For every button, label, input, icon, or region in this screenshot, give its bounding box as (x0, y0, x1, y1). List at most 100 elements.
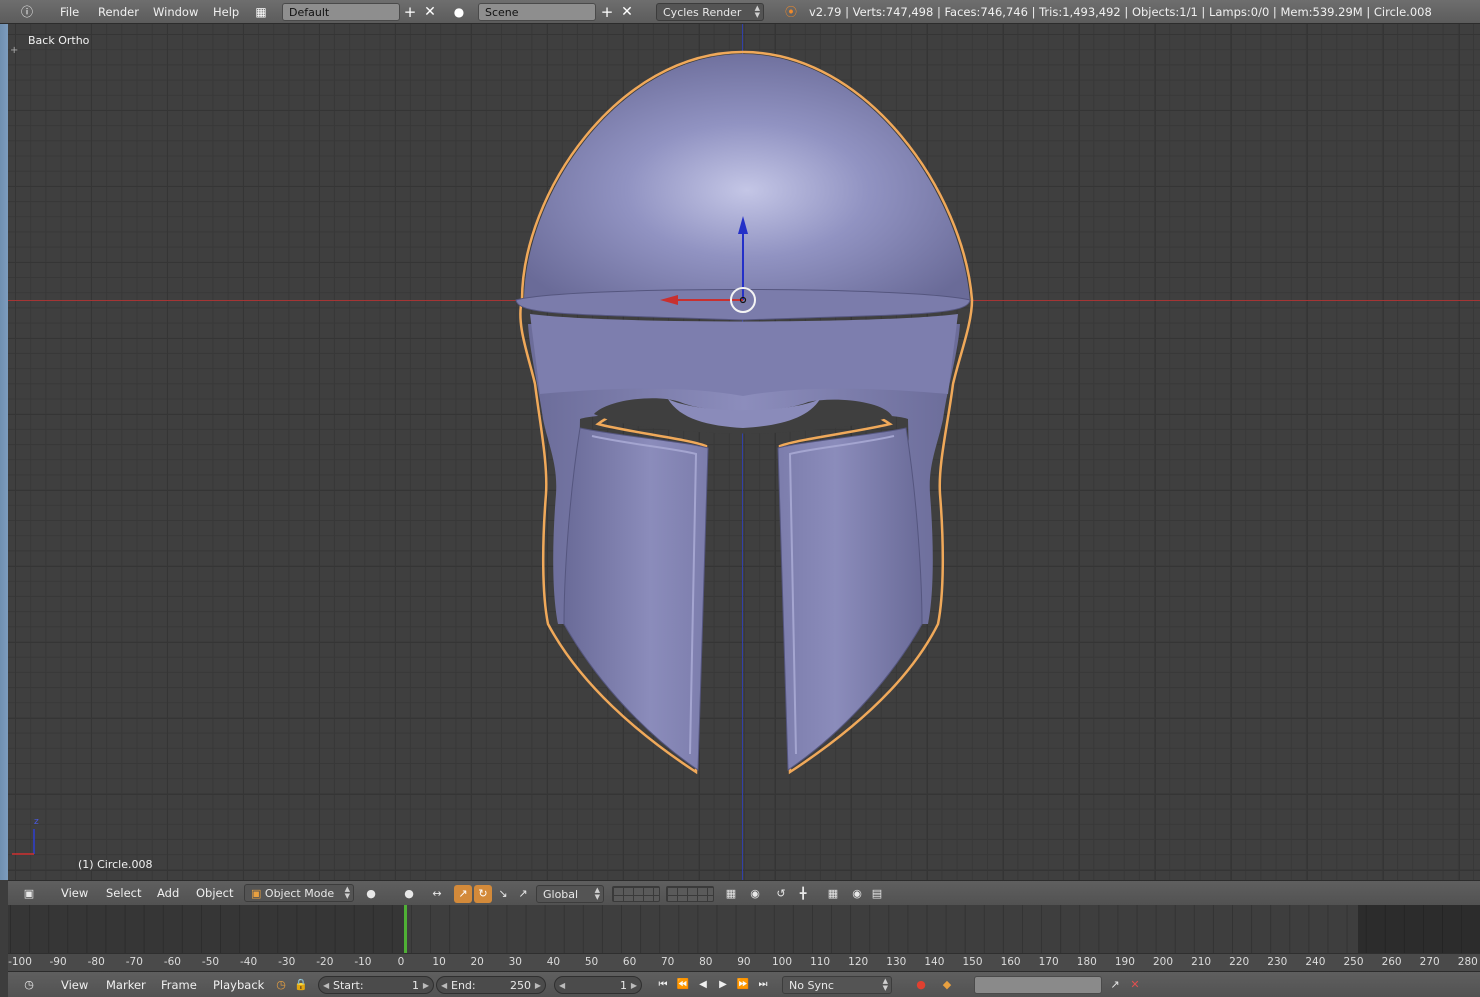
layer-buttons-right[interactable] (666, 886, 714, 902)
helmet-mesh[interactable]: z (8, 24, 1480, 880)
delete-keyframe-icon[interactable]: ✕ (1126, 976, 1144, 994)
start-frame-field[interactable]: ◀ Start: 1 ▶ (318, 976, 434, 994)
frame-tick-label: -20 (316, 956, 334, 968)
frame-tick-label: 10 (432, 956, 446, 968)
frame-tick-label: -30 (278, 956, 296, 968)
frame-ruler[interactable]: -100 -90 -80 -70 -60 -50 -40 -30 -20 -10 0 10 20 30 40… (8, 953, 1480, 971)
current-frame-field[interactable]: ◀ 1 ▶ (554, 976, 642, 994)
mode-select[interactable]: ▣ Object Mode ▲ ▼ (244, 884, 354, 902)
frame-tick-label: 80 (699, 956, 713, 968)
jump-end-icon[interactable]: ⏭ (754, 976, 772, 994)
render-engine-select[interactable]: Cycles Render ▲ ▼ (656, 3, 764, 21)
remove-scene-icon[interactable]: ✕ (618, 3, 636, 21)
preview-range-icon[interactable]: ◷ (272, 976, 290, 994)
scene-icon[interactable]: ● (450, 3, 468, 21)
editor-type-timeline-icon[interactable]: ◷ (20, 976, 38, 994)
next-keyframe-icon[interactable]: ⏩ (734, 976, 752, 994)
layer-lock-icon[interactable]: ▦ (722, 885, 740, 903)
prev-keyframe-icon[interactable]: ⏪ (674, 976, 692, 994)
timeline-editor[interactable]: -100 -90 -80 -70 -60 -50 -40 -30 -20 -10 0 10 20 30 40… (8, 905, 1480, 971)
keying-set-field[interactable] (974, 976, 1102, 994)
frame-tick-label: -90 (49, 956, 67, 968)
increment-icon[interactable]: ▶ (423, 977, 429, 995)
axis-widget: z (12, 817, 39, 855)
editor-type-info-icon[interactable]: ⓘ (18, 3, 36, 21)
frame-tick-label: -70 (125, 956, 143, 968)
keying-set-icon[interactable]: ◆ (938, 976, 956, 994)
menu-playback[interactable]: Playback (213, 972, 264, 997)
layer-buttons-left[interactable] (612, 886, 660, 902)
frame-tick-label: 60 (622, 956, 637, 968)
menu-marker[interactable]: Marker (106, 972, 146, 997)
frame-tick-label: -40 (240, 956, 258, 968)
add-layout-icon[interactable]: + (401, 3, 419, 21)
snap-element-icon[interactable]: ╋ (794, 885, 812, 903)
current-frame-cursor[interactable] (404, 905, 407, 953)
insert-keyframe-icon[interactable]: ↗ (1106, 976, 1124, 994)
sync-mode-select[interactable]: No Sync ▲ ▼ (782, 976, 892, 994)
screen-layout-field[interactable]: Default (282, 3, 400, 21)
record-icon[interactable]: ● (912, 976, 930, 994)
menu-view[interactable]: View (61, 881, 88, 906)
menu-add[interactable]: Add (157, 881, 179, 906)
blender-logo-icon: ⦿ (784, 5, 797, 19)
editor-type-3d-icon[interactable]: ▣ (20, 885, 38, 903)
scene-field[interactable]: Scene (478, 3, 596, 21)
frame-tick-label: 130 (886, 956, 907, 968)
translate-manipulator-icon[interactable]: ↗ (454, 885, 472, 903)
decrement-icon[interactable]: ◀ (559, 977, 565, 995)
menu-help[interactable]: Help (213, 0, 239, 24)
viewport-shading-icon[interactable]: ● (362, 885, 380, 903)
add-scene-icon[interactable]: + (598, 3, 616, 21)
frame-tick-label: 90 (737, 956, 751, 968)
lock-range-icon[interactable]: 🔒 (292, 976, 310, 994)
menu-frame[interactable]: Frame (161, 972, 197, 997)
menu-view[interactable]: View (61, 972, 88, 997)
scale-manipulator-icon[interactable]: ↘ (494, 885, 512, 903)
remove-layout-icon[interactable]: ✕ (421, 3, 439, 21)
jump-start-icon[interactable]: ⏮ (654, 976, 672, 994)
proportional-edit-icon[interactable]: ◉ (746, 885, 764, 903)
start-frame-value: 1 (412, 979, 419, 992)
decrement-icon[interactable]: ◀ (441, 977, 447, 995)
3d-viewport[interactable]: + Back Ortho z (1) Circle.008 (8, 24, 1480, 880)
start-frame-label: Start: (333, 979, 364, 992)
orientation-select[interactable]: Global ▲ ▼ (536, 885, 604, 903)
manipulator-toggle-icon[interactable]: ↔ (428, 885, 446, 903)
manipulator-extra-icon[interactable]: ↗ (514, 885, 532, 903)
updown-icon: ▲ ▼ (594, 886, 600, 901)
menu-object[interactable]: Object (196, 881, 233, 906)
increment-icon[interactable]: ▶ (631, 977, 637, 995)
frame-tick-label: 40 (546, 956, 561, 968)
play-reverse-icon[interactable]: ◀ (694, 976, 712, 994)
frame-tick-label: 120 (848, 956, 869, 968)
frame-tick-label: 280 (1457, 956, 1478, 968)
play-icon[interactable]: ▶ (714, 976, 732, 994)
current-frame-value: 1 (620, 979, 627, 992)
frame-tick-label: 0 (397, 956, 405, 968)
timeline-header: ◷ View Marker Frame Playback ◷ 🔒 ◀ Start… (8, 971, 1480, 997)
snap-target-icon[interactable]: ▦ (824, 885, 842, 903)
end-frame-field[interactable]: ◀ End: 250 ▶ (436, 976, 546, 994)
updown-icon: ▲ ▼ (344, 885, 350, 900)
render-animation-icon[interactable]: ▤ (868, 885, 886, 903)
frame-tick-label: 20 (470, 956, 484, 968)
front-band (530, 314, 958, 396)
rotate-manipulator-icon[interactable]: ↻ (474, 885, 492, 903)
screen-layout-icon[interactable]: ▦ (252, 3, 270, 21)
active-object-label: (1) Circle.008 (78, 858, 153, 871)
frame-tick-label: 260 (1381, 956, 1402, 968)
pivot-point-icon[interactable]: ● (400, 885, 418, 903)
render-still-icon[interactable]: ◉ (848, 885, 866, 903)
menu-window[interactable]: Window (153, 0, 198, 24)
menu-file[interactable]: File (60, 0, 79, 24)
snap-toggle-icon[interactable]: ↺ (772, 885, 790, 903)
increment-icon[interactable]: ▶ (535, 977, 541, 995)
frame-tick-label: 220 (1229, 956, 1250, 968)
menu-render[interactable]: Render (98, 0, 139, 24)
menu-select[interactable]: Select (106, 881, 141, 906)
decrement-icon[interactable]: ◀ (323, 977, 329, 995)
frame-tick-label: 210 (1191, 956, 1212, 968)
svg-text:z: z (34, 817, 39, 827)
frame-tick-label: 110 (810, 956, 831, 968)
